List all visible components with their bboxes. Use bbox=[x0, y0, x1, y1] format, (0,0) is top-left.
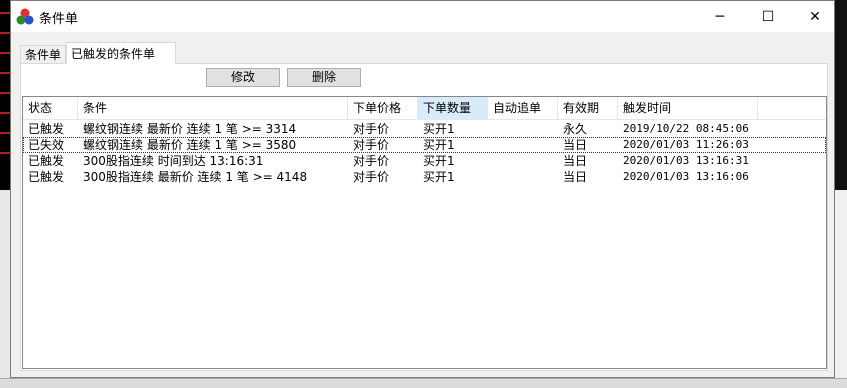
tab-conditional-orders[interactable]: 条件单 bbox=[20, 45, 66, 64]
cell-condition: 螺纹钢连续 最新价 连续 1 笔 >= 3314 bbox=[83, 122, 297, 136]
cell-status: 已触发 bbox=[28, 170, 65, 184]
minimize-icon: ─ bbox=[715, 8, 725, 25]
cell-trigger-time: 2020/01/03 13:16:31 bbox=[623, 154, 749, 167]
column-header-validity[interactable]: 有效期 bbox=[558, 97, 618, 120]
cell-trigger-time: 2019/10/22 08:45:06 bbox=[623, 122, 749, 135]
cell-trigger-time: 2020/01/03 11:26:03 bbox=[623, 138, 749, 151]
delete-button[interactable]: 删除 bbox=[287, 68, 361, 87]
background-red-line bbox=[0, 112, 10, 114]
cell-auto-chase bbox=[488, 169, 558, 185]
cell-auto-chase bbox=[488, 153, 558, 169]
app-logo-icon bbox=[16, 8, 34, 25]
cell-price: 对手价 bbox=[353, 122, 390, 136]
column-header-price[interactable]: 下单价格 bbox=[348, 97, 418, 120]
background-panel bbox=[0, 190, 10, 388]
cell-validity: 当日 bbox=[563, 154, 588, 168]
background-app-right-edge bbox=[835, 0, 847, 388]
cell-condition: 螺纹钢连续 最新价 连续 1 笔 >= 3580 bbox=[83, 138, 297, 152]
cell-auto-chase bbox=[488, 137, 558, 153]
tab-triggered-orders[interactable]: 已触发的条件单 bbox=[66, 42, 176, 64]
background-red-line bbox=[0, 72, 10, 74]
background-red-line bbox=[0, 52, 10, 54]
background-red-line bbox=[0, 92, 10, 94]
table-row[interactable]: 已失效 螺纹钢连续 最新价 连续 1 笔 >= 3580 对手价 买开1 当日 … bbox=[23, 137, 826, 153]
cell-auto-chase bbox=[488, 121, 558, 137]
column-header-status[interactable]: 状态 bbox=[23, 97, 78, 120]
window-title: 条件单 bbox=[39, 12, 79, 27]
cell-status: 已触发 bbox=[28, 154, 65, 168]
close-button[interactable]: ✕ bbox=[792, 1, 838, 32]
cell-condition: 300股指连续 最新价 连续 1 笔 >= 4148 bbox=[83, 170, 308, 184]
table-row[interactable]: 已触发 300股指连续 时间到达 13:16:31 对手价 买开1 当日 202… bbox=[23, 153, 826, 169]
background-red-line bbox=[0, 132, 10, 134]
cell-trigger-time: 2020/01/03 13:16:06 bbox=[623, 170, 749, 183]
cell-quantity: 买开1 bbox=[423, 122, 455, 136]
cell-validity: 当日 bbox=[563, 170, 588, 184]
edit-button[interactable]: 修改 bbox=[206, 68, 280, 87]
cell-price: 对手价 bbox=[353, 154, 390, 168]
cell-status: 已触发 bbox=[28, 122, 65, 136]
cell-price: 对手价 bbox=[353, 170, 390, 184]
minimize-button[interactable]: ─ bbox=[697, 1, 743, 32]
background-red-line bbox=[0, 12, 10, 14]
cell-condition: 300股指连续 时间到达 13:16:31 bbox=[83, 154, 264, 168]
cell-validity: 当日 bbox=[563, 138, 588, 152]
cell-quantity: 买开1 bbox=[423, 154, 455, 168]
background-app-left-edge bbox=[0, 0, 10, 388]
table-row[interactable]: 已触发 螺纹钢连续 最新价 连续 1 笔 >= 3314 对手价 买开1 永久 … bbox=[23, 121, 826, 137]
table-row[interactable]: 已触发 300股指连续 最新价 连续 1 笔 >= 4148 对手价 买开1 当… bbox=[23, 169, 826, 185]
column-header-trigger-time[interactable]: 触发时间 bbox=[618, 97, 758, 120]
background-app-bottom-bar bbox=[0, 378, 847, 388]
cell-quantity: 买开1 bbox=[423, 138, 455, 152]
conditional-order-dialog: 条件单 ─ ☐ ✕ 条件单 已触发的条件单 修改 删除 状态 条件 下单价格 下… bbox=[10, 0, 835, 378]
column-header-condition[interactable]: 条件 bbox=[78, 97, 348, 120]
triggered-orders-table[interactable]: 状态 条件 下单价格 下单数量 自动追单 有效期 触发时间 已触发 螺纹钢连续 … bbox=[22, 96, 827, 369]
cell-quantity: 买开1 bbox=[423, 170, 455, 184]
cell-validity: 永久 bbox=[563, 122, 588, 136]
close-icon: ✕ bbox=[809, 8, 821, 25]
cell-price: 对手价 bbox=[353, 138, 390, 152]
column-header-auto-chase[interactable]: 自动追单 bbox=[488, 97, 558, 120]
title-bar[interactable]: 条件单 ─ ☐ ✕ bbox=[11, 1, 834, 32]
maximize-icon: ☐ bbox=[761, 8, 775, 25]
background-red-line bbox=[0, 152, 10, 154]
maximize-button[interactable]: ☐ bbox=[745, 1, 791, 32]
column-header-quantity[interactable]: 下单数量 bbox=[418, 97, 488, 120]
table-header: 状态 条件 下单价格 下单数量 自动追单 有效期 触发时间 bbox=[23, 97, 826, 120]
background-red-line bbox=[0, 32, 10, 34]
cell-status: 已失效 bbox=[28, 138, 65, 152]
